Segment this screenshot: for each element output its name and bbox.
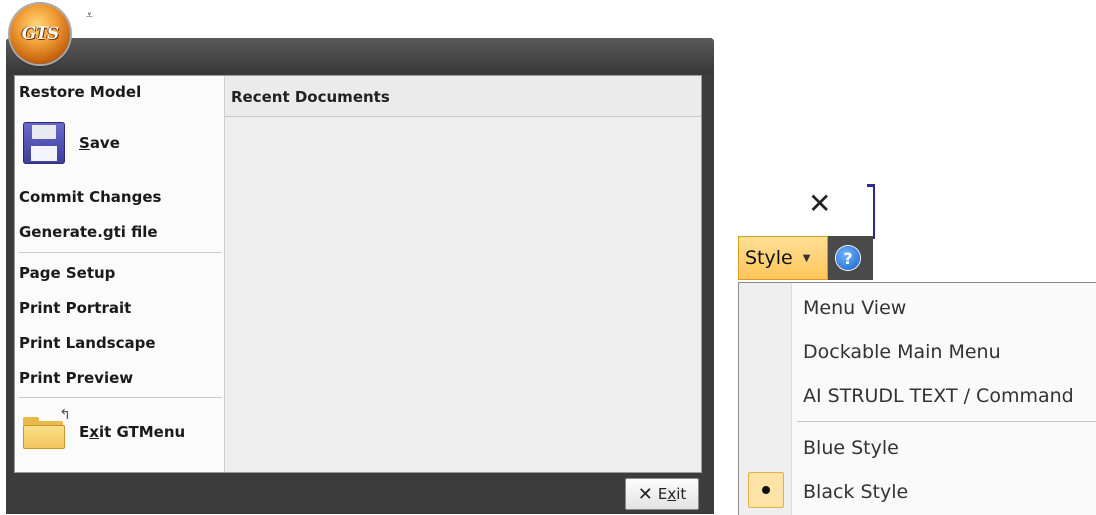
menu-separator — [797, 421, 1096, 422]
style-toolbar: Style ▼ ? — [738, 236, 873, 280]
exit-button[interactable]: ✕ Exit — [625, 478, 699, 510]
exit-gtmenu-label: Exit GTMenu — [79, 423, 186, 441]
menu-item-generate-gti-file[interactable]: Generate.gti file — [19, 223, 158, 241]
app-logo: GTS — [21, 24, 59, 44]
recent-documents-header: Recent Documents — [225, 76, 701, 117]
menu-item-print-portrait[interactable]: Print Portrait — [19, 299, 131, 317]
menu-item-page-setup[interactable]: Page Setup — [19, 264, 115, 282]
selected-indicator — [748, 472, 784, 508]
application-button[interactable]: GTS — [10, 4, 70, 64]
menu-item-ai-strudl-text-command[interactable]: AI STRUDL TEXT / Command — [803, 385, 1074, 407]
folder-exit-icon: ↰ — [23, 407, 71, 449]
recent-documents-title: Recent Documents — [231, 88, 390, 106]
application-menu-panel: Restore Model Save Commit Changes Genera… — [14, 75, 702, 473]
style-button-label: Style — [745, 247, 793, 269]
radio-dot-icon — [762, 486, 770, 494]
style-dropdown-menu: Menu View Dockable Main Menu AI STRUDL T… — [738, 282, 1096, 515]
menu-item-black-style[interactable]: Black Style — [803, 481, 908, 503]
quick-access-customize-icon[interactable]: ⩡ — [86, 8, 93, 23]
style-dropdown-button[interactable]: Style ▼ — [738, 236, 828, 280]
save-label: Save — [79, 134, 120, 152]
menu-title-bar — [6, 38, 714, 74]
menu-item-dockable-main-menu[interactable]: Dockable Main Menu — [803, 341, 1001, 363]
window-corner — [867, 184, 875, 239]
menu-item-print-landscape[interactable]: Print Landscape — [19, 334, 156, 352]
menu-item-restore-model[interactable]: Restore Model — [19, 83, 141, 101]
exit-button-label: Exit — [657, 485, 687, 503]
menu-item-commit-changes[interactable]: Commit Changes — [19, 188, 161, 206]
menu-item-print-preview[interactable]: Print Preview — [19, 369, 133, 387]
recent-documents-pane: Recent Documents — [224, 76, 701, 472]
menu-item-menu-view[interactable]: Menu View — [803, 297, 906, 319]
close-icon[interactable]: ✕ — [808, 190, 831, 218]
menu-item-save[interactable]: Save — [23, 122, 120, 164]
floppy-disk-icon — [23, 122, 65, 164]
menu-commands-column: Restore Model Save Commit Changes Genera… — [15, 76, 224, 472]
menu-item-blue-style[interactable]: Blue Style — [803, 437, 899, 459]
dropdown-caret-icon: ▼ — [802, 252, 811, 264]
menu-separator — [19, 397, 222, 398]
help-icon[interactable]: ? — [836, 246, 860, 270]
menu-item-exit-gtmenu[interactable]: ↰ Exit GTMenu — [23, 407, 186, 449]
close-icon: ✕ — [637, 483, 653, 505]
menu-separator — [19, 252, 222, 253]
